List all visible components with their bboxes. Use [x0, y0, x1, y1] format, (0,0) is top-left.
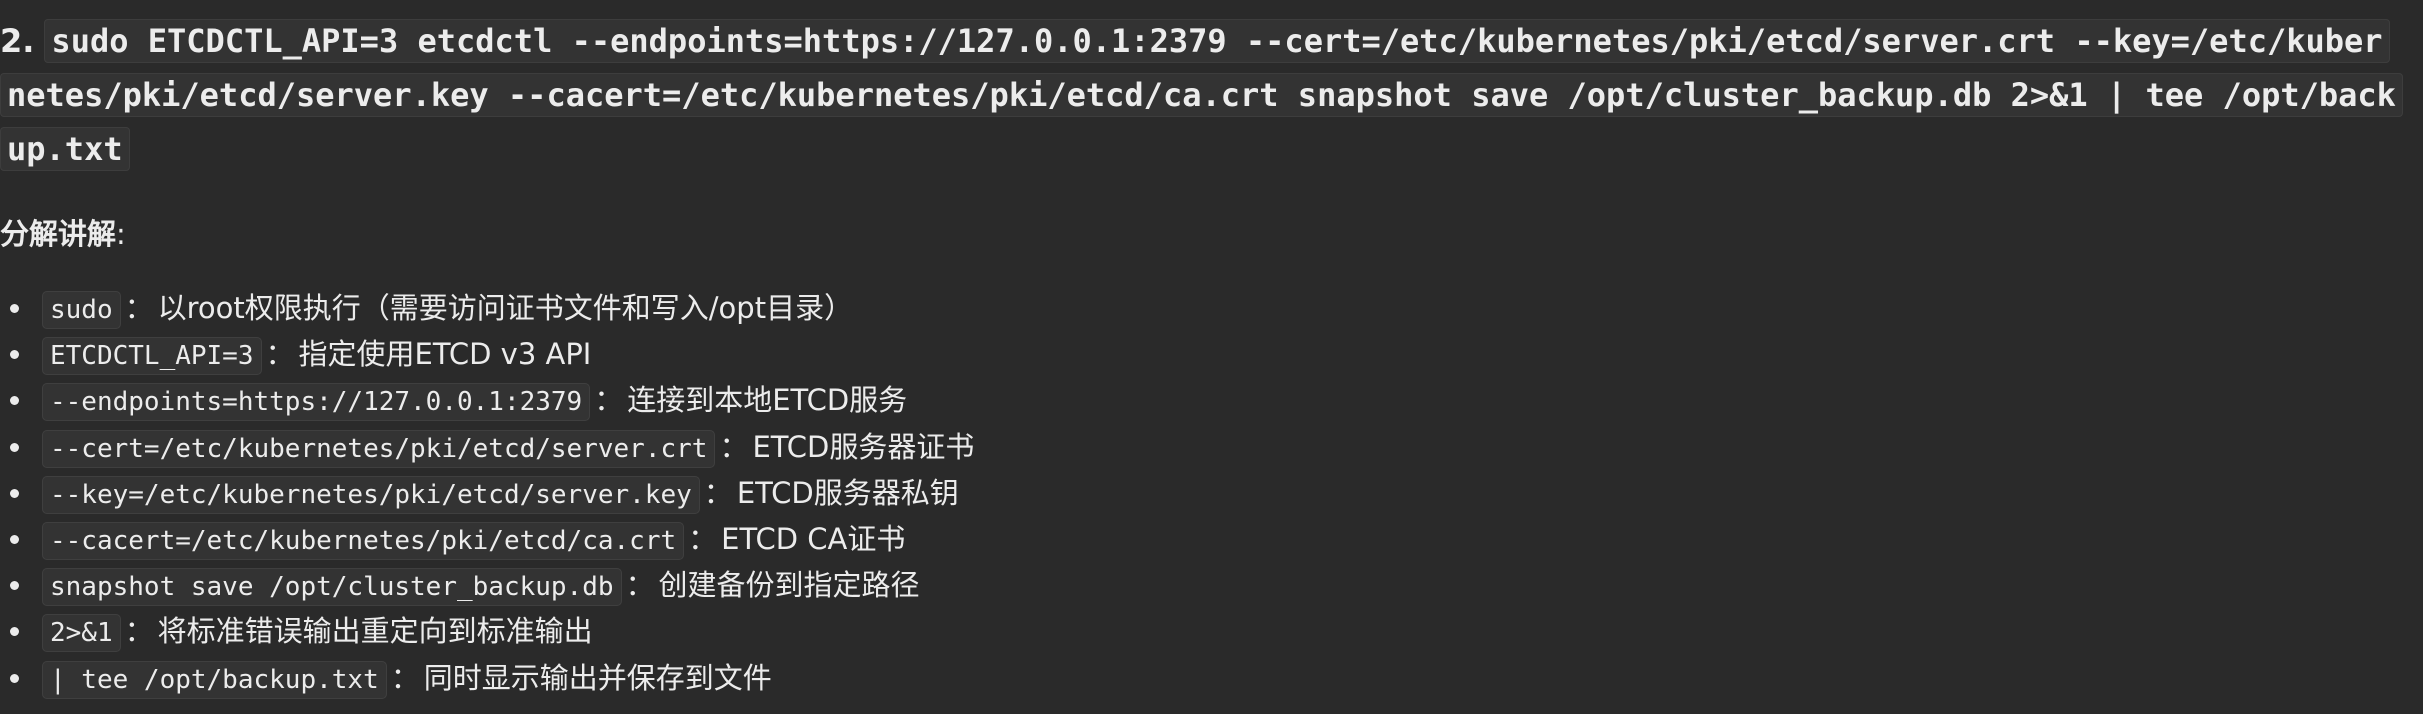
- inline-code[interactable]: --key=/etc/kubernetes/pki/etcd/server.ke…: [42, 475, 700, 514]
- bullet-icon: [10, 534, 19, 544]
- separator: ：: [594, 383, 624, 418]
- separator: ：: [688, 521, 718, 556]
- item-description: ETCD服务器证书: [752, 429, 975, 464]
- item-description: 将标准错误输出重定向到标准输出: [157, 614, 593, 649]
- breakdown-title-colon: :: [116, 217, 126, 251]
- item-description: 以root权限执行（需要访问证书文件和写入/opt目录）: [157, 291, 854, 325]
- inline-code[interactable]: | tee /opt/backup.txt: [42, 660, 387, 699]
- list-item: --key=/etc/kubernetes/pki/etcd/server.ke…: [0, 470, 974, 516]
- bullet-icon: [10, 581, 19, 591]
- bullet-icon: [10, 627, 19, 637]
- separator: ：: [390, 660, 420, 695]
- inline-code[interactable]: sudo: [42, 291, 121, 329]
- item-description: ETCD服务器私钥: [736, 475, 959, 510]
- separator: ：: [124, 291, 154, 325]
- separator: ：: [625, 568, 655, 603]
- item-description: 同时显示输出并保存到文件: [423, 660, 772, 695]
- inline-code[interactable]: snapshot save /opt/cluster_backup.db: [42, 568, 622, 607]
- inline-code[interactable]: ETCDCTL_API=3: [42, 337, 262, 376]
- breakdown-list: sudo：以root权限执行（需要访问证书文件和写入/opt目录） ETCDCT…: [0, 285, 974, 701]
- bullet-icon: [10, 673, 19, 683]
- bullet-icon: [10, 350, 19, 360]
- step-number: 2.: [0, 22, 35, 60]
- separator: ：: [124, 614, 154, 649]
- document-content: 2. sudo ETCDCTL_API=3 etcdctl --endpoints…: [0, 0, 2423, 699]
- item-description: 创建备份到指定路径: [658, 568, 920, 603]
- list-item: --cert=/etc/kubernetes/pki/etcd/server.c…: [0, 424, 974, 470]
- command-code[interactable]: sudo ETCDCTL_API=3 etcdctl --endpoints=h…: [0, 19, 2403, 171]
- list-item: ETCDCTL_API=3：指定使用ETCD v3 API: [0, 331, 974, 377]
- breakdown-title: 分解讲解:: [0, 212, 126, 256]
- list-item: snapshot save /opt/cluster_backup.db：创建备…: [0, 562, 974, 608]
- item-description: 指定使用ETCD v3 API: [298, 337, 592, 372]
- inline-code[interactable]: --cert=/etc/kubernetes/pki/etcd/server.c…: [42, 429, 716, 468]
- item-description: ETCD CA证书: [721, 521, 906, 556]
- separator: ：: [265, 337, 295, 372]
- inline-code[interactable]: --cacert=/etc/kubernetes/pki/etcd/ca.crt: [42, 521, 685, 560]
- list-item: --endpoints=https://127.0.0.1:2379：连接到本地…: [0, 377, 974, 423]
- separator: ：: [719, 429, 749, 464]
- inline-code[interactable]: --endpoints=https://127.0.0.1:2379: [42, 383, 591, 422]
- list-item: | tee /opt/backup.txt：同时显示输出并保存到文件: [0, 655, 974, 701]
- bullet-icon: [10, 304, 19, 313]
- bullet-icon: [10, 442, 19, 452]
- item-description: 连接到本地ETCD服务: [627, 383, 908, 418]
- bullet-icon: [10, 488, 19, 498]
- separator: ：: [703, 475, 733, 510]
- inline-code[interactable]: 2>&1: [42, 614, 121, 653]
- list-item: --cacert=/etc/kubernetes/pki/etcd/ca.crt…: [0, 516, 974, 562]
- command-heading: 2. sudo ETCDCTL_API=3 etcdctl --endpoints…: [0, 0, 2403, 176]
- list-item: sudo：以root权限执行（需要访问证书文件和写入/opt目录）: [0, 285, 974, 331]
- breakdown-title-text: 分解讲解: [0, 217, 117, 251]
- list-item: 2>&1：将标准错误输出重定向到标准输出: [0, 608, 974, 654]
- bullet-icon: [10, 396, 19, 406]
